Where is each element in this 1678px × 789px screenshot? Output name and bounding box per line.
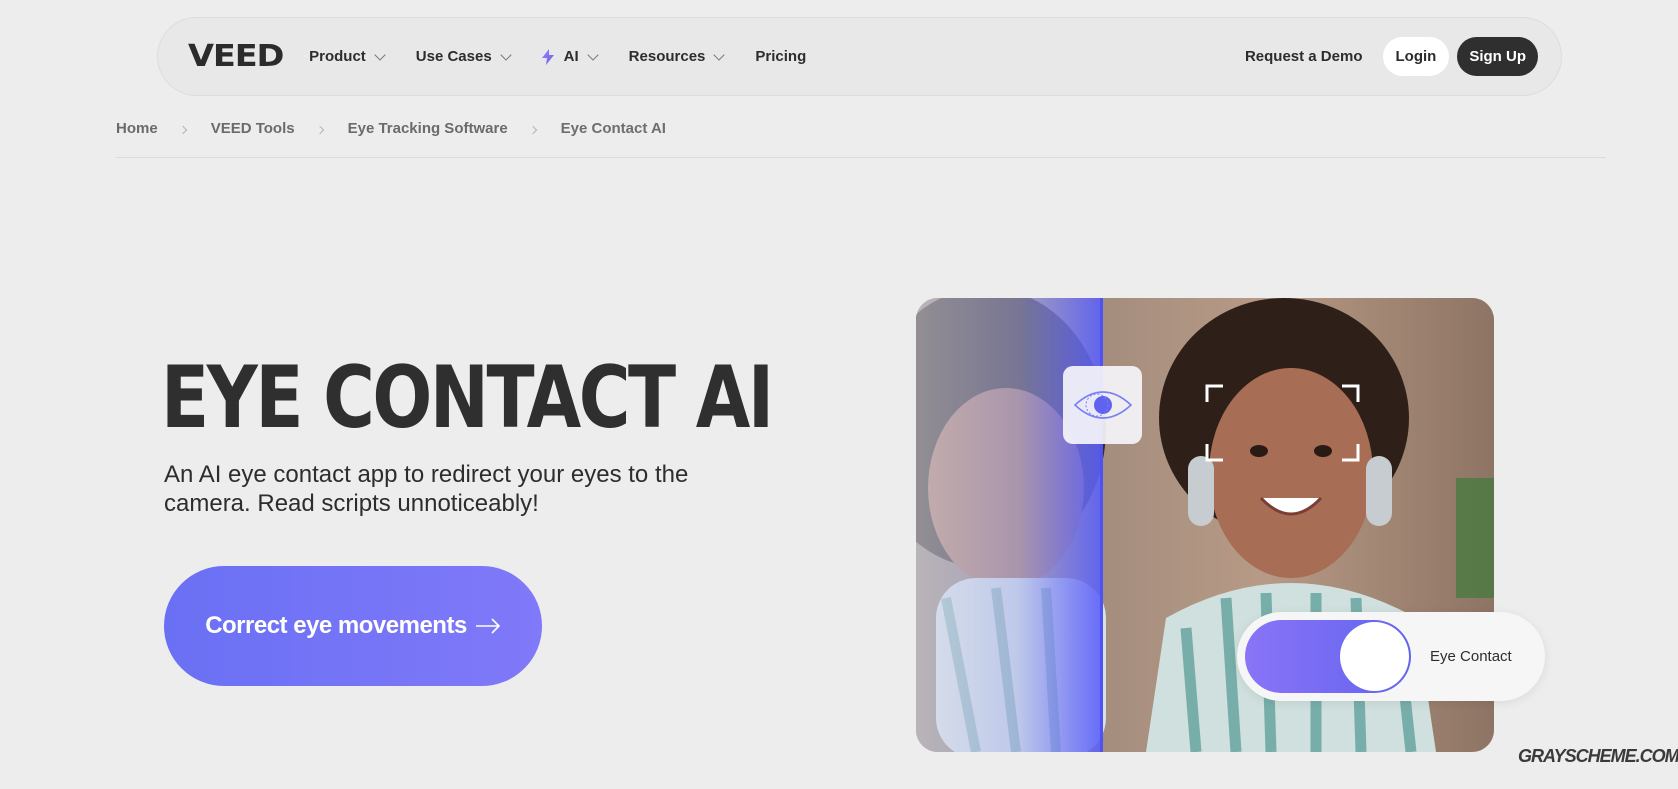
chevron-right-icon	[315, 125, 324, 135]
correct-eye-movements-button[interactable]: Correct eye movements	[164, 566, 542, 686]
breadcrumb: Home VEED Tools Eye Tracking Software Ey…	[116, 120, 1606, 158]
eye-contact-toggle-card: Eye Contact	[1237, 612, 1545, 701]
cta-label: Correct eye movements	[205, 612, 467, 639]
nav-item-pricing[interactable]: Pricing	[755, 48, 806, 65]
breadcrumb-current-page: Eye Contact AI	[560, 120, 666, 137]
breadcrumb-eye-tracking-software[interactable]: Eye Tracking Software	[348, 120, 508, 137]
request-demo-link[interactable]: Request a Demo	[1245, 48, 1363, 65]
eye-icon-badge	[1063, 366, 1142, 444]
veed-logo[interactable]: VEED	[188, 39, 284, 74]
nav-item-label: AI	[563, 48, 579, 65]
eye-icon	[1073, 391, 1132, 419]
hero-subtitle: An AI eye contact app to redirect your e…	[164, 461, 689, 517]
nav-item-resources[interactable]: Resources	[628, 48, 726, 65]
breadcrumb-veed-tools[interactable]: VEED Tools	[211, 120, 295, 137]
chevron-down-icon	[587, 48, 599, 61]
chevron-right-icon	[178, 125, 187, 135]
watermark: GRAYSCHEME.COM	[1518, 746, 1678, 766]
nav-item-label: Resources	[628, 48, 706, 65]
nav-item-ai[interactable]: AI	[541, 48, 599, 65]
nav-item-label: Product	[309, 48, 366, 65]
nav-item-label: Use Cases	[415, 48, 492, 65]
face-focus-frame-icon	[1205, 384, 1360, 462]
chevron-down-icon	[374, 48, 386, 61]
page-title: EYE CONTACT AI	[161, 348, 774, 448]
nav-item-use-cases[interactable]: Use Cases	[415, 48, 512, 65]
nav-actions: Request a Demo Login Sign Up	[1245, 37, 1538, 76]
nav-menu: Product Use Cases AI Resources Pricing	[309, 48, 838, 65]
login-button[interactable]: Login	[1382, 37, 1450, 76]
toggle-knob	[1340, 622, 1409, 691]
signup-button[interactable]: Sign Up	[1457, 37, 1538, 76]
nav-item-product[interactable]: Product	[309, 48, 386, 65]
top-navigation: VEED Product Use Cases AI Resources Pric…	[157, 17, 1562, 96]
eye-contact-toggle[interactable]	[1245, 620, 1411, 693]
eye-contact-label: Eye Contact	[1430, 648, 1512, 665]
arrow-right-icon	[475, 618, 500, 634]
chevron-right-icon	[528, 125, 537, 135]
chevron-down-icon	[713, 48, 726, 61]
nav-item-label: Pricing	[755, 48, 807, 65]
chevron-down-icon	[500, 48, 512, 61]
breadcrumb-home[interactable]: Home	[116, 120, 158, 137]
lightning-icon	[541, 48, 554, 65]
